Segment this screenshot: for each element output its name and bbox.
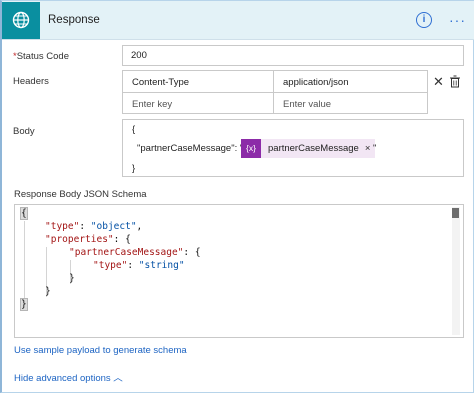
code-line: } [20,298,28,311]
use-sample-payload-link[interactable]: Use sample payload to generate schema [14,345,187,356]
card-header[interactable]: Response i ··· [2,1,474,40]
card-title: Response [48,14,100,26]
new-header-value-input[interactable]: Enter value [274,93,427,115]
body-editor[interactable]: { "partnerCaseMessage": " {x} partnerCas… [122,119,464,177]
response-action-card: Response i ··· *Status Code 200 Headers … [0,0,474,393]
code-line: "type": "string" [93,260,185,271]
code-line: "type": "object", [45,221,143,232]
status-code-input[interactable]: 200 [122,45,464,66]
body-open-brace: { [132,124,136,135]
hide-advanced-options-link[interactable]: Hide advanced options ︿ [14,370,123,384]
value-placeholder: Enter value [283,98,332,110]
key-placeholder: Enter key [132,98,173,110]
globe-icon [2,2,40,39]
header-value-value: application/json [283,76,349,88]
header-value-input[interactable]: application/json [274,71,427,93]
headers-label: Headers [13,76,49,87]
headers-table: Content-Type application/json Enter key … [122,70,428,114]
code-line: "properties": { [45,234,131,245]
schema-label: Response Body JSON Schema [14,189,147,200]
editor-scroll-thumb[interactable] [452,208,459,218]
body-property-prefix: "partnerCaseMessage": " [137,143,244,154]
variable-token-icon: {x} [241,139,261,158]
header-key-value: Content-Type [132,76,190,88]
header-key-input[interactable]: Content-Type [123,71,273,93]
code-line: } [69,273,75,284]
status-code-label-text: Status Code [16,51,69,62]
status-code-value: 200 [131,50,147,61]
delete-icon[interactable] [449,75,461,91]
code-line: { [20,207,28,220]
dynamic-content-token[interactable]: {x} partnerCaseMessage × [241,139,376,158]
body-label: Body [13,126,35,137]
schema-code-editor[interactable]: { "type": "object", "properties": { "par… [14,204,464,338]
new-header-key-input[interactable]: Enter key [123,93,273,115]
code-line: } [45,286,51,297]
chevron-up-icon: ︿ [113,373,123,384]
indent-guide [24,221,25,309]
editor-scrollbar[interactable] [452,207,460,335]
status-code-label: *Status Code [13,51,69,62]
body-property-suffix: " [373,143,377,154]
info-icon[interactable]: i [416,12,432,28]
code-line: "partnerCaseMessage": { [69,247,201,258]
close-icon[interactable]: ✕ [433,74,444,90]
body-close-brace: } [132,163,136,174]
more-options-icon[interactable]: ··· [449,12,466,28]
hide-advanced-label: Hide advanced options [14,373,111,384]
token-label: partnerCaseMessage [268,143,359,154]
